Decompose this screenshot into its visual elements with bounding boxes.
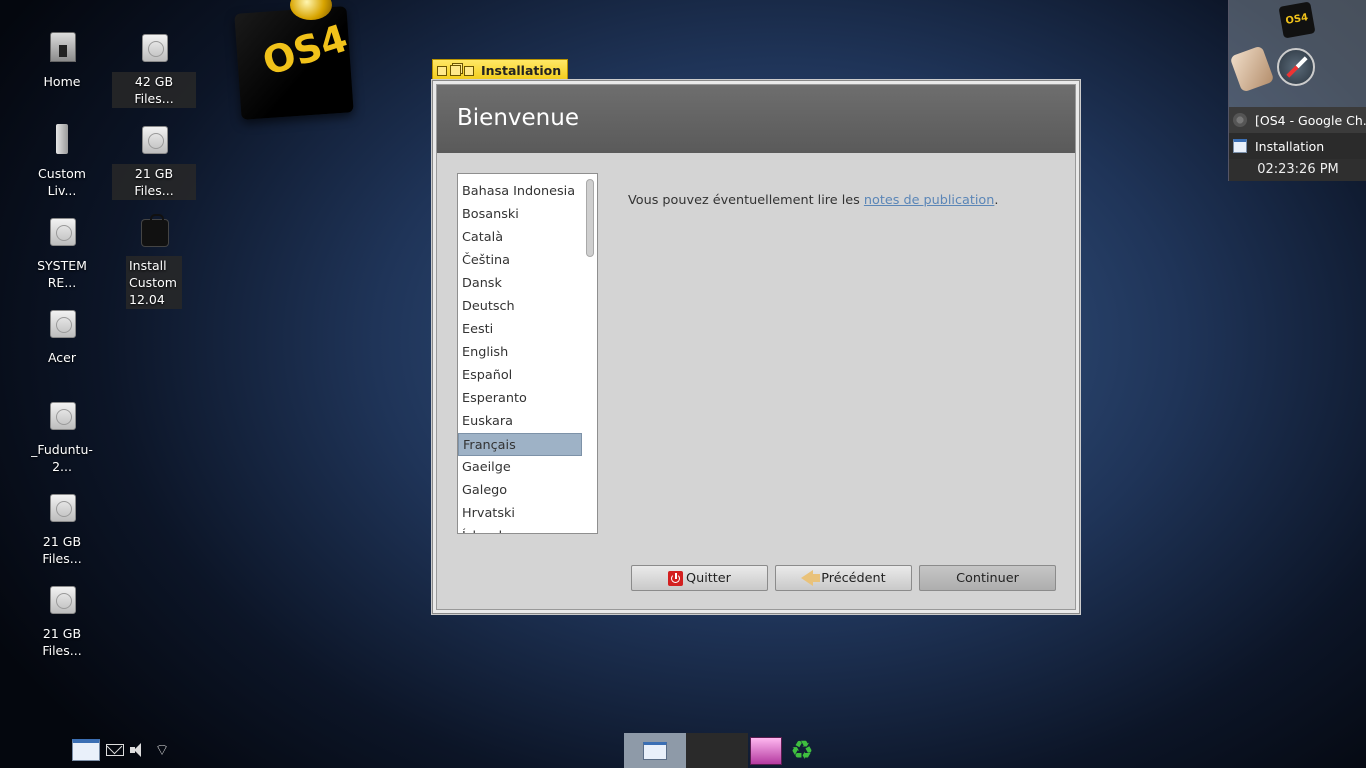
installer-window: Bienvenue Bahasa Indonesia Bosanski Català… <box>432 80 1080 614</box>
continue-button[interactable]: Continuer <box>919 565 1056 591</box>
language-item[interactable]: Dansk <box>458 272 582 295</box>
desktop-icon-drive-42gb[interactable]: 42 GB Files... <box>112 28 196 108</box>
system-tray: ⌔ <box>72 736 172 764</box>
continue-label: Continuer <box>956 570 1019 586</box>
window-thumbnail-icon <box>643 741 667 760</box>
drive-icon <box>42 304 82 344</box>
language-item[interactable]: Esperanto <box>458 387 582 410</box>
language-item[interactable]: English <box>458 341 582 364</box>
drive-icon <box>134 120 174 160</box>
language-list[interactable]: Bahasa Indonesia Bosanski Català Čeština Dan… <box>457 173 598 534</box>
desktop-icon-label: Custom Liv... <box>38 166 86 198</box>
language-item[interactable]: Eesti <box>458 318 582 341</box>
desktop-icon-install-custom[interactable]: Install Custom 12.04 <box>112 212 196 309</box>
window-icon <box>1233 139 1247 153</box>
volume-icon[interactable] <box>130 743 146 757</box>
installer-content: Bienvenue Bahasa Indonesia Bosanski Català… <box>436 84 1076 610</box>
language-items: Bahasa Indonesia Bosanski Català Čeština Dan… <box>458 180 582 533</box>
desktop-icon-acer[interactable]: Acer <box>20 304 104 367</box>
back-arrow-icon <box>801 570 821 586</box>
top-right-panel: OS4 [OS4 - Google Ch... Installation 02:… <box>1228 0 1366 181</box>
window-maximize-button[interactable] <box>450 65 461 76</box>
recycle-icon: ♻ <box>790 735 814 766</box>
mouse-settings-icon[interactable] <box>1229 45 1275 93</box>
workspace-2-button[interactable] <box>686 733 748 768</box>
window-close-button[interactable] <box>464 65 474 76</box>
desktop-icon-drive-21gb-a[interactable]: 21 GB Files... <box>112 120 196 200</box>
bottom-dock: ♻ <box>624 733 820 768</box>
desktop-icon-label: Install Custom 12.04 <box>126 256 182 309</box>
desktop-icon-label: 21 GB Files... <box>42 534 82 566</box>
language-item[interactable]: Euskara <box>458 410 582 433</box>
release-notes-suffix: . <box>994 193 999 208</box>
language-item[interactable]: Íslenska <box>458 525 582 533</box>
workspace-1-button[interactable] <box>624 733 686 768</box>
chrome-icon <box>1233 113 1247 127</box>
installer-bag-icon <box>134 212 174 252</box>
release-notes-link[interactable]: notes de publication <box>864 193 995 208</box>
desktop-icon-fuduntu[interactable]: _Fuduntu-2... <box>20 396 104 476</box>
language-item[interactable]: Gaeilge <box>458 456 582 479</box>
power-icon <box>668 570 684 586</box>
drive-icon <box>134 28 174 68</box>
show-desktop-icon[interactable] <box>72 739 100 761</box>
dock-app-pink[interactable] <box>748 733 784 768</box>
desktop-icon-label: _Fuduntu-2... <box>31 442 93 474</box>
home-folder-icon <box>42 28 82 68</box>
app-window-icon <box>750 736 782 765</box>
usb-drive-icon <box>42 120 82 160</box>
taskbar-item-label: [OS4 - Google Ch... <box>1255 112 1366 128</box>
back-label: Précédent <box>821 570 886 586</box>
quit-button[interactable]: Quitter <box>631 565 768 591</box>
language-item[interactable]: Deutsch <box>458 295 582 318</box>
language-item[interactable]: Français <box>458 433 582 456</box>
taskbar-item-label: Installation <box>1255 138 1325 154</box>
desktop-icon-custom-live[interactable]: Custom Liv... <box>20 120 104 200</box>
dock-app-trash[interactable]: ♻ <box>784 733 820 768</box>
drive-icon <box>42 396 82 436</box>
language-item[interactable]: Galego <box>458 479 582 502</box>
taskbar-item-chrome[interactable]: [OS4 - Google Ch... <box>1229 107 1366 133</box>
os4-launcher-icon[interactable]: OS4 <box>1278 1 1316 39</box>
drive-icon <box>42 212 82 252</box>
compass-browser-icon[interactable] <box>1277 48 1315 86</box>
language-item[interactable]: Català <box>458 226 582 249</box>
language-item[interactable]: Hrvatski <box>458 502 582 525</box>
taskbar-item-installation[interactable]: Installation <box>1229 133 1366 159</box>
scrollbar-thumb[interactable] <box>586 179 594 257</box>
language-item[interactable]: Español <box>458 364 582 387</box>
desktop-icon-drive-21gb-b[interactable]: 21 GB Files... <box>20 488 104 568</box>
desktop-icon-label: Home <box>43 74 81 89</box>
desktop-icon-label: 21 GB Files... <box>42 626 82 658</box>
desktop-icon-system-reserved[interactable]: SYSTEM RE... <box>20 212 104 292</box>
release-notes-text: Vous pouvez éventuellement lire les note… <box>628 193 998 208</box>
drive-icon <box>42 488 82 528</box>
quit-label: Quitter <box>686 570 731 586</box>
desktop-icon-label: 42 GB Files... <box>112 72 196 108</box>
language-item[interactable]: Čeština <box>458 249 582 272</box>
desktop-icon-label: Acer <box>47 350 77 365</box>
release-notes-prefix: Vous pouvez éventuellement lire les <box>628 193 864 208</box>
wifi-icon[interactable]: ⌔ <box>152 742 172 758</box>
window-titlebar-tab[interactable]: Installation <box>432 59 568 81</box>
clock[interactable]: 02:23:26 PM <box>1229 159 1366 181</box>
drive-icon <box>42 580 82 620</box>
window-minimize-button[interactable] <box>437 65 447 76</box>
back-button[interactable]: Précédent <box>775 565 912 591</box>
window-title: Installation <box>481 63 562 78</box>
language-item[interactable]: Bahasa Indonesia <box>458 180 582 203</box>
desktop-icon-label: 21 GB Files... <box>112 164 196 200</box>
language-list-scrollbar[interactable] <box>585 177 595 530</box>
page-title: Bienvenue <box>437 85 1075 153</box>
desktop-icon-home[interactable]: Home <box>20 28 104 91</box>
desktop-icon-drive-21gb-c[interactable]: 21 GB Files... <box>20 580 104 660</box>
language-item[interactable]: Bosanski <box>458 203 582 226</box>
mail-icon[interactable] <box>106 744 124 756</box>
desktop-icon-label: SYSTEM RE... <box>37 258 87 290</box>
